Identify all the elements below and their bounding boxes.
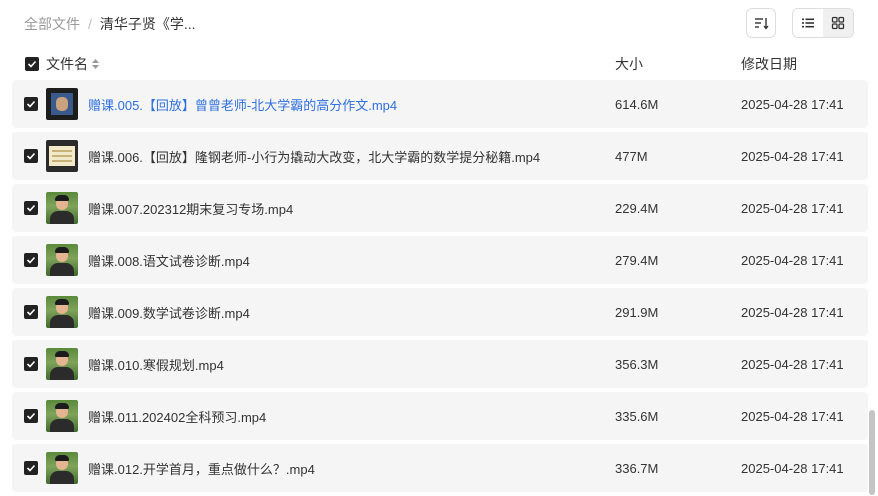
video-thumbnail[interactable] — [46, 140, 78, 172]
select-all-checkbox[interactable] — [25, 57, 39, 71]
column-header-name[interactable]: 文件名 — [46, 54, 99, 74]
file-size: 336.7M — [615, 460, 659, 476]
check-icon — [26, 152, 36, 160]
file-row[interactable]: 赠课.006.【回放】隆钢老师-小行为撬动大改变，北大学霸的数学提分秘籍.mp4… — [12, 132, 868, 180]
file-name[interactable]: 赠课.006.【回放】隆钢老师-小行为撬动大改变，北大学霸的数学提分秘籍.mp4 — [88, 147, 540, 166]
grid-view-button[interactable] — [823, 9, 853, 37]
file-name[interactable]: 赠课.008.语文试卷诊断.mp4 — [88, 251, 250, 270]
file-checkbox[interactable] — [24, 305, 38, 319]
file-checkbox[interactable] — [24, 409, 38, 423]
sort-button[interactable] — [746, 8, 776, 38]
file-row[interactable]: 赠课.012.开学首月，重点做什么？.mp4 336.7M 2025-04-28 1… — [12, 444, 868, 492]
file-size: 229.4M — [615, 200, 659, 216]
file-row[interactable]: 赠课.008.语文试卷诊断.mp4 279.4M 2025-04-28 17:41 — [12, 236, 868, 284]
file-size: 356.3M — [615, 356, 659, 372]
grid-view-icon — [831, 16, 845, 30]
file-row[interactable]: 赠课.010.寒假规划.mp4 356.3M 2025-04-28 17:41 — [12, 340, 868, 388]
list-view-button[interactable] — [793, 9, 823, 37]
file-name[interactable]: 赠课.012.开学首月，重点做什么？.mp4 — [88, 459, 315, 478]
column-header-date[interactable]: 修改日期 — [741, 54, 797, 74]
file-checkbox[interactable] — [24, 357, 38, 371]
scrollbar-thumb[interactable] — [869, 410, 875, 495]
breadcrumb-root[interactable]: 全部文件 — [24, 14, 80, 34]
file-modified-date: 2025-04-28 17:41 — [741, 408, 844, 424]
sort-arrows-icon — [92, 59, 99, 69]
breadcrumb: 全部文件 / 清华子贤《学... — [24, 14, 196, 34]
file-size: 335.6M — [615, 408, 659, 424]
file-name[interactable]: 赠课.010.寒假规划.mp4 — [88, 355, 224, 374]
file-checkbox[interactable] — [24, 461, 38, 475]
file-modified-date: 2025-04-28 17:41 — [741, 200, 844, 216]
file-modified-date: 2025-04-28 17:41 — [741, 356, 844, 372]
file-checkbox[interactable] — [24, 149, 38, 163]
column-header-size[interactable]: 大小 — [615, 54, 643, 74]
file-name[interactable]: 赠课.005.【回放】曾曾老师-北大学霸的高分作文.mp4 — [88, 95, 397, 114]
video-thumbnail[interactable] — [46, 400, 78, 432]
file-row[interactable]: 赠课.011.202402全科预习.mp4 335.6M 2025-04-28 17… — [12, 392, 868, 440]
file-modified-date: 2025-04-28 17:41 — [741, 148, 844, 164]
file-modified-date: 2025-04-28 17:41 — [741, 252, 844, 268]
check-icon — [26, 204, 36, 212]
check-icon — [26, 256, 36, 264]
list-view-icon — [802, 18, 814, 28]
check-icon — [26, 464, 36, 472]
check-icon — [26, 100, 36, 108]
file-row[interactable]: 赠课.007.202312期末复习专场.mp4 229.4M 2025-04-28 … — [12, 184, 868, 232]
file-checkbox[interactable] — [24, 253, 38, 267]
file-size: 291.9M — [615, 304, 659, 320]
check-icon — [27, 60, 37, 68]
video-thumbnail[interactable] — [46, 296, 78, 328]
video-thumbnail[interactable] — [46, 88, 78, 120]
file-size: 279.4M — [615, 252, 659, 268]
breadcrumb-separator: / — [88, 16, 92, 32]
video-thumbnail[interactable] — [46, 192, 78, 224]
view-toggle — [792, 8, 854, 38]
table-header: 文件名 大小 修改日期 — [12, 52, 868, 76]
file-size: 614.6M — [615, 96, 659, 112]
toolbar — [746, 8, 854, 38]
file-row[interactable]: 赠课.005.【回放】曾曾老师-北大学霸的高分作文.mp4 614.6M 2025-… — [12, 80, 868, 128]
video-thumbnail[interactable] — [46, 452, 78, 484]
column-header-name-label: 文件名 — [46, 56, 88, 72]
video-thumbnail[interactable] — [46, 244, 78, 276]
check-icon — [26, 308, 36, 316]
file-name[interactable]: 赠课.009.数学试卷诊断.mp4 — [88, 303, 250, 322]
breadcrumb-current: 清华子贤《学... — [99, 16, 196, 32]
file-name[interactable]: 赠课.007.202312期末复习专场.mp4 — [88, 199, 293, 218]
file-checkbox[interactable] — [24, 201, 38, 215]
file-modified-date: 2025-04-28 17:41 — [741, 460, 844, 476]
file-name[interactable]: 赠课.011.202402全科预习.mp4 — [88, 407, 266, 426]
check-icon — [26, 412, 36, 420]
file-checkbox[interactable] — [24, 97, 38, 111]
file-row[interactable]: 赠课.009.数学试卷诊断.mp4 291.9M 2025-04-28 17:41 — [12, 288, 868, 336]
file-modified-date: 2025-04-28 17:41 — [741, 304, 844, 320]
file-modified-date: 2025-04-28 17:41 — [741, 96, 844, 112]
sort-icon — [755, 18, 769, 30]
file-list: 赠课.005.【回放】曾曾老师-北大学霸的高分作文.mp4 614.6M 2025-… — [12, 80, 868, 496]
file-size: 477M — [615, 148, 648, 164]
video-thumbnail[interactable] — [46, 348, 78, 380]
check-icon — [26, 360, 36, 368]
